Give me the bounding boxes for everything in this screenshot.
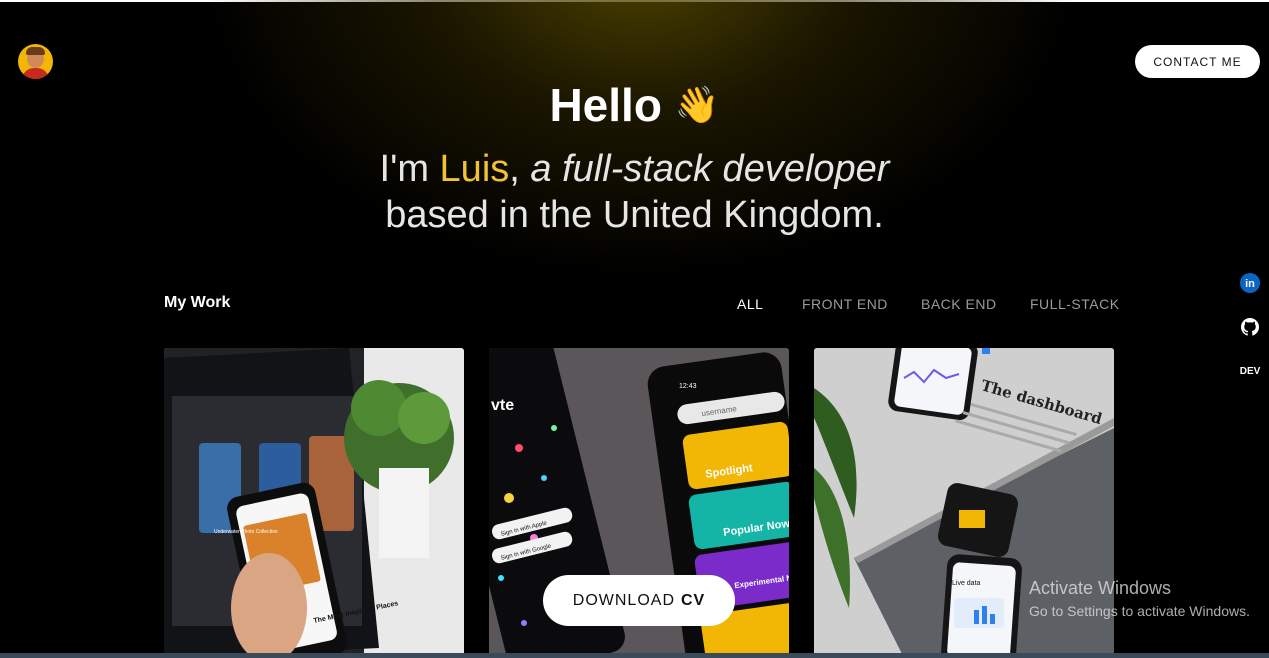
contact-me-button[interactable]: CONTACT ME bbox=[1135, 45, 1260, 78]
intro-line-1: I'm Luis, a full-stack developer bbox=[0, 146, 1269, 192]
intro-line-2: based in the United Kingdom. bbox=[385, 194, 884, 236]
svg-text:12:43: 12:43 bbox=[679, 383, 697, 390]
github-icon[interactable] bbox=[1237, 316, 1263, 338]
project-1-image: The Most Inspiring Places Underwater Pho… bbox=[164, 348, 464, 658]
svg-text:Live data: Live data bbox=[952, 580, 981, 587]
hero-greeting: Hello 👋 bbox=[0, 78, 1269, 132]
bottom-strip bbox=[0, 653, 1269, 658]
developer-role: a full-stack developer bbox=[530, 148, 890, 190]
work-filter-tabs: ALL FRONT END BACK END FULL-STACK bbox=[0, 296, 1269, 316]
developer-name: Luis bbox=[439, 148, 510, 190]
avatar[interactable] bbox=[18, 44, 53, 79]
greeting-text: Hello bbox=[549, 79, 662, 131]
intro-comma: , bbox=[509, 148, 520, 190]
filter-tab-back-end[interactable]: BACK END bbox=[921, 296, 997, 312]
download-cv-button[interactable]: DOWNLOAD CV bbox=[543, 575, 735, 626]
download-label-cv: CV bbox=[681, 591, 706, 609]
devto-icon[interactable]: DEV bbox=[1237, 360, 1263, 382]
filter-tab-all[interactable]: ALL bbox=[737, 296, 763, 312]
hero-intro: I'm Luis, a full-stack developer based i… bbox=[0, 146, 1269, 238]
watermark-title: Activate Windows bbox=[1029, 578, 1172, 598]
linkedin-icon[interactable]: in bbox=[1237, 272, 1263, 294]
filter-tab-front-end[interactable]: FRONT END bbox=[802, 296, 888, 312]
svg-text:in: in bbox=[1245, 278, 1255, 290]
filter-tab-full-stack[interactable]: FULL-STACK bbox=[1030, 296, 1120, 312]
svg-text:vte: vte bbox=[491, 397, 514, 414]
windows-activation-watermark: Activate Windows Go to Settings to activ… bbox=[1029, 578, 1250, 619]
waving-hand-icon: 👋 bbox=[674, 84, 720, 125]
download-label: DOWNLOAD bbox=[572, 591, 675, 609]
project-card-1[interactable]: The Most Inspiring Places Underwater Pho… bbox=[164, 348, 464, 658]
top-border bbox=[0, 0, 1269, 2]
watermark-subtitle: Go to Settings to activate Windows. bbox=[1029, 603, 1250, 619]
intro-prefix: I'm bbox=[379, 148, 440, 190]
svg-text:Underwater Photo Collection: Underwater Photo Collection bbox=[214, 529, 278, 535]
